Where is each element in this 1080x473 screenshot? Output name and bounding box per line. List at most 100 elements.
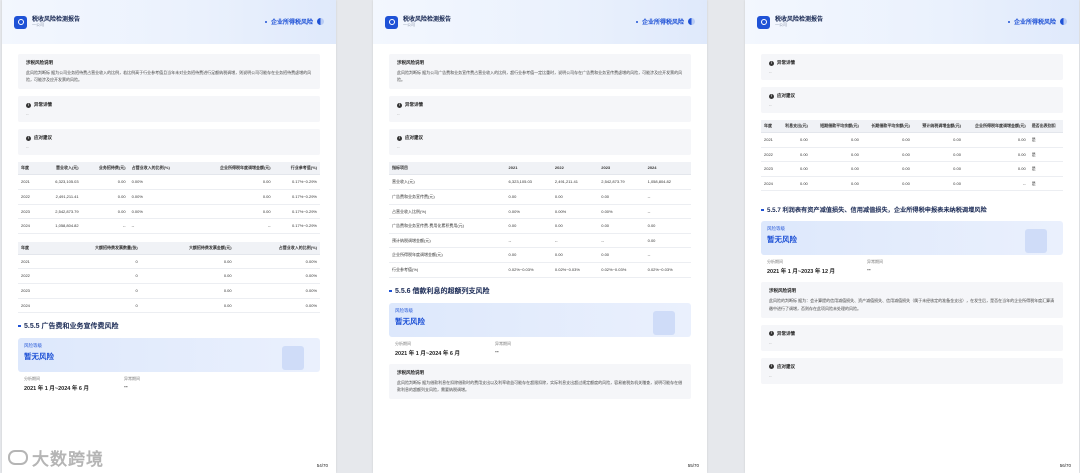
table-cell: 0.00 xyxy=(140,298,235,314)
table-cell: 0.02%~0.03% xyxy=(644,262,691,278)
table-row: 2021 0 0.00 0.00% xyxy=(18,254,320,270)
table-row: 营业收入(元) 6,323,105.03 2,491,211.41 2,542,873… xyxy=(389,174,691,190)
advice-box: ! 应对建议 -- xyxy=(18,129,320,156)
table-header-cell: 占营业收入的比例(%) xyxy=(128,162,193,176)
table-cell: 广告费和业务宣传费(元) xyxy=(389,189,506,205)
report-logo-icon xyxy=(757,15,770,29)
risk-level-card: 风险等级 暂无风险 xyxy=(389,302,691,337)
info-icon: ! xyxy=(769,364,774,370)
bullet-icon xyxy=(635,20,638,23)
anomaly-details-box: ! 异常详情 -- xyxy=(18,96,320,123)
table-row: 2024 1,058,804.82 -- -- -- 0.17%~0.29% xyxy=(18,218,320,234)
table-cell: 是 xyxy=(1028,161,1063,177)
report-page-55: 税收风险检测报告 一公司 企业所得税风险 涉税风险说明 此风险判断标 据为公司广… xyxy=(373,0,707,473)
table-header-cell: 短期借款平均余额(元) xyxy=(810,120,862,133)
table-cell: 0.00 xyxy=(778,147,811,163)
table-cell: 0.00% xyxy=(234,268,320,284)
table-cell: 0.00% xyxy=(598,204,645,220)
table-cell: 0.00 xyxy=(963,147,1029,163)
anomaly-details-box: ! 异常详情 -- xyxy=(761,54,1063,80)
risk-description-box: 涉税风险说明 此风险的判断标 据为：会计算提的信用减值损失、资产减值损失、信用减… xyxy=(761,282,1063,318)
table-cell: -- xyxy=(963,176,1029,192)
table-header-cell: 预计纳税调增金额(元) xyxy=(912,120,964,133)
header-section-label: 企业所得税风险 xyxy=(1007,17,1067,26)
table-cell: 0.00% xyxy=(234,254,320,270)
table-cell: -- xyxy=(505,233,552,249)
table-cell: 0.00 xyxy=(810,161,862,177)
bullet-icon xyxy=(264,20,267,23)
table-cell: 0.00% xyxy=(128,189,193,205)
table-cell: 0.00 xyxy=(861,161,913,177)
watermark: 大数跨境 xyxy=(8,445,104,470)
table-cell: 0.00 xyxy=(551,189,599,205)
page-number: 54/70 xyxy=(316,463,328,468)
table-cell: 0.00% xyxy=(234,298,320,314)
table-cell: 2022 xyxy=(18,189,40,205)
table-cell: 0.00% xyxy=(234,283,320,299)
table-cell: 0.00% xyxy=(505,204,552,220)
table-cell: 0.00 xyxy=(644,218,691,234)
page-number: 56/70 xyxy=(1059,463,1071,468)
table-cell: 0 xyxy=(46,268,141,284)
half-circle-icon xyxy=(317,18,324,25)
table-cell: 0.00% xyxy=(128,174,193,190)
table-cell: 0.00 xyxy=(598,247,645,263)
analysis-period: 分析期间 2021 年 1 月~2024 年 6 月 异常期间 -- xyxy=(395,340,511,357)
table-header-cell: 是否出表别扣 xyxy=(1028,120,1063,133)
table-row: 2022 0.00 0.00 0.00 0.00 0.00 是 xyxy=(761,147,1063,163)
shield-icon xyxy=(282,346,304,371)
table-cell: 0.00 xyxy=(810,132,862,148)
table-header-cell: 占营业收入的比例(%) xyxy=(234,241,320,255)
table-cell: 2,542,873.79 xyxy=(598,174,645,190)
table-cell: 0.00 xyxy=(81,204,129,220)
info-icon: ! xyxy=(397,102,402,108)
table-cell: -- xyxy=(644,204,691,220)
info-icon: ! xyxy=(769,93,774,99)
table-cell: -- xyxy=(598,233,645,249)
table-cell: 0.00 xyxy=(192,174,274,190)
table-cell: 0.00 xyxy=(810,176,862,192)
table-row: 占营业收入比例(%) 0.00% 0.00% 0.00% -- xyxy=(389,204,691,220)
table-cell: 0.00 xyxy=(192,204,274,220)
table-row: 2022 2,491,211.41 0.00 0.00% 0.00 0.17%~0.29% xyxy=(18,189,320,205)
table-cell: 0.00 xyxy=(644,233,691,249)
table-cell: 企业所得税年度调增金额(元) xyxy=(389,247,506,263)
table-cell: 0.00 xyxy=(598,189,645,205)
table-header-cell: 企业所得税年度调增金额(元) xyxy=(963,120,1029,133)
table-header-cell: 大额招待费发票金额(元) xyxy=(140,241,235,255)
table-row: 企业所得税年度调增金额(元) 0.00 0.00 0.00 -- xyxy=(389,247,691,263)
anomaly-details-box: ! 异常详情 -- xyxy=(761,324,1063,351)
info-icon: ! xyxy=(26,135,31,141)
table-row: 2021 0.00 0.00 0.00 0.00 0.00 是 xyxy=(761,132,1063,148)
table-cell: 0.00 xyxy=(192,189,274,205)
info-icon: ! xyxy=(397,135,402,141)
table-header-cell: 指标项目 xyxy=(389,162,506,176)
page-header: 税收风险检测报告 一公司 企业所得税风险 xyxy=(373,0,707,44)
table-cell: 0.02%~0.03% xyxy=(598,262,645,278)
table-cell: 0.00 xyxy=(861,176,913,192)
table-cell: 2022 xyxy=(761,147,779,163)
shield-icon xyxy=(1025,229,1047,254)
table-cell: 0.00 xyxy=(912,161,964,177)
large-entertainment-invoice-table: 年度 大额招待费发票数量(张) 大额招待费发票金额(元) 占营业收入的比例(%)… xyxy=(18,241,320,314)
table-cell: 0.00 xyxy=(505,247,552,263)
table-header-cell: 2024 xyxy=(644,162,691,176)
table-cell: 广告费和业务宣传费-费用化累积费用(元) xyxy=(389,218,506,234)
report-logo-icon xyxy=(385,15,398,29)
advice-box: ! 应对建议 -- xyxy=(761,87,1063,113)
table-cell: -- xyxy=(192,218,274,234)
table-row: 广告费和业务宣传费-费用化累积费用(元) 0.00 0.00 0.00 0.00 xyxy=(389,218,691,234)
table-cell: -- xyxy=(551,233,599,249)
shield-icon xyxy=(653,310,675,335)
table-header-cell: 2021 xyxy=(505,162,552,176)
table-header-cell: 2023 xyxy=(598,162,645,176)
risk-description-box: 涉税风险说明 此风险判断标 据为借款利息在扣除借款时的费用支出以及利率收益可能存… xyxy=(389,363,691,399)
table-cell: 2024 xyxy=(18,218,40,234)
table-cell: 0.00 xyxy=(598,218,645,234)
table-header-cell: 利息支出(元) xyxy=(778,120,811,133)
entertainment-expense-table: 年度 营业收入(元) 业务招待费(元) 占营业收入的比例(%) 企业所得税年度调… xyxy=(18,162,320,234)
risk-level-card: 风险等级 暂无风险 xyxy=(18,338,320,373)
table-cell: 0.17%~0.29% xyxy=(273,218,320,234)
risk-description-box: 涉税风险说明 此风险判断标 据为公司广告费和业务宣传费占营业收入的比例，超行业参… xyxy=(389,54,691,90)
table-header-cell: 行业参考值(%) xyxy=(273,162,320,176)
